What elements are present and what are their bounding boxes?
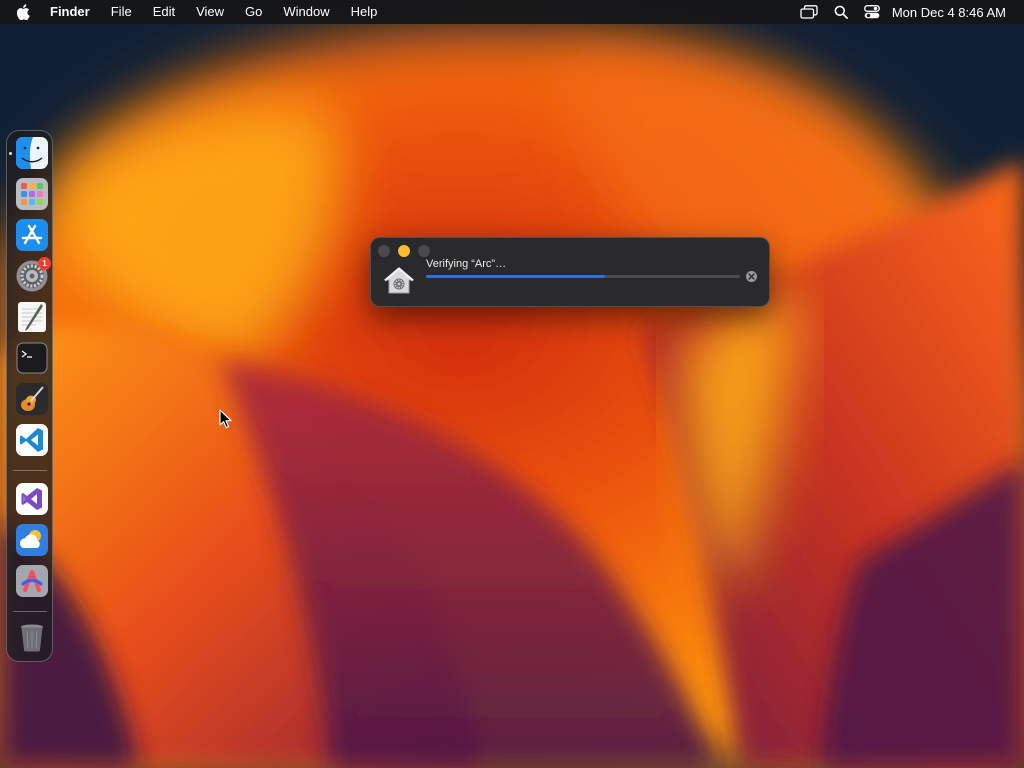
- dock-item-weather[interactable]: [16, 524, 48, 556]
- dock-separator: [13, 611, 47, 612]
- menu-go[interactable]: Go: [245, 0, 262, 24]
- window-minimize-button[interactable]: [398, 245, 410, 257]
- verification-progress-bar: [426, 275, 740, 278]
- running-indicator: [9, 152, 12, 155]
- dock-item-arc[interactable]: [16, 565, 48, 597]
- visual-studio-icon: [16, 483, 48, 515]
- menu-help[interactable]: Help: [351, 0, 378, 24]
- dock-item-app-store[interactable]: [16, 219, 48, 251]
- verifying-app-dialog: Verifying “Arc”…: [370, 237, 770, 307]
- control-center-icon[interactable]: [863, 5, 880, 19]
- dock-item-launchpad[interactable]: [16, 178, 48, 210]
- menu-finder[interactable]: Finder: [50, 0, 90, 24]
- desktop: Finder File Edit View Go Window Help Mon…: [0, 0, 1024, 768]
- dock-item-terminal[interactable]: [16, 342, 48, 374]
- spotlight-search-icon[interactable]: [834, 5, 848, 19]
- trash-icon: [21, 624, 43, 652]
- menu-bar-clock[interactable]: Mon Dec 4 8:46 AM: [892, 5, 1006, 20]
- notification-badge: 1: [38, 257, 51, 270]
- cancel-verification-button[interactable]: [746, 271, 757, 282]
- apple-logo-icon[interactable]: [16, 3, 36, 21]
- textedit-icon: [18, 302, 46, 332]
- terminal-icon: [16, 342, 48, 374]
- window-close-button[interactable]: [378, 245, 390, 257]
- dock-item-garageband[interactable]: [16, 383, 48, 415]
- app-store-icon: [16, 219, 48, 251]
- menu-view[interactable]: View: [196, 0, 224, 24]
- dock-item-textedit[interactable]: [16, 301, 48, 333]
- cancel-x-icon: [748, 273, 755, 280]
- dock-separator: [13, 470, 47, 471]
- dock-item-finder[interactable]: [16, 137, 48, 169]
- progress-fill: [426, 275, 605, 278]
- wallpaper: [0, 0, 1024, 768]
- screen-mirroring-icon[interactable]: [800, 5, 818, 19]
- menu-window[interactable]: Window: [283, 0, 329, 24]
- vscode-icon: [16, 424, 48, 456]
- dock-item-visual-studio[interactable]: [16, 483, 48, 515]
- arc-icon: [16, 565, 48, 597]
- menu-bar: Finder File Edit View Go Window Help Mon…: [0, 0, 1024, 24]
- menu-bar-status-area: Mon Dec 4 8:46 AM: [784, 0, 1006, 24]
- menu-file[interactable]: File: [111, 0, 132, 24]
- installer-house-icon: [383, 266, 415, 296]
- dock-item-system-settings[interactable]: 1: [16, 257, 51, 292]
- weather-icon: [16, 524, 48, 556]
- dock-item-vscode[interactable]: [16, 424, 48, 456]
- menu-edit[interactable]: Edit: [153, 0, 175, 24]
- dock-item-trash[interactable]: [16, 621, 48, 653]
- finder-icon: [16, 137, 48, 169]
- dock: 1: [6, 130, 53, 662]
- garageband-icon: [16, 383, 48, 415]
- launchpad-icon: [16, 178, 48, 210]
- mouse-pointer-icon: [219, 409, 232, 429]
- window-zoom-button[interactable]: [418, 245, 430, 257]
- verifying-status-text: Verifying “Arc”…: [426, 258, 507, 270]
